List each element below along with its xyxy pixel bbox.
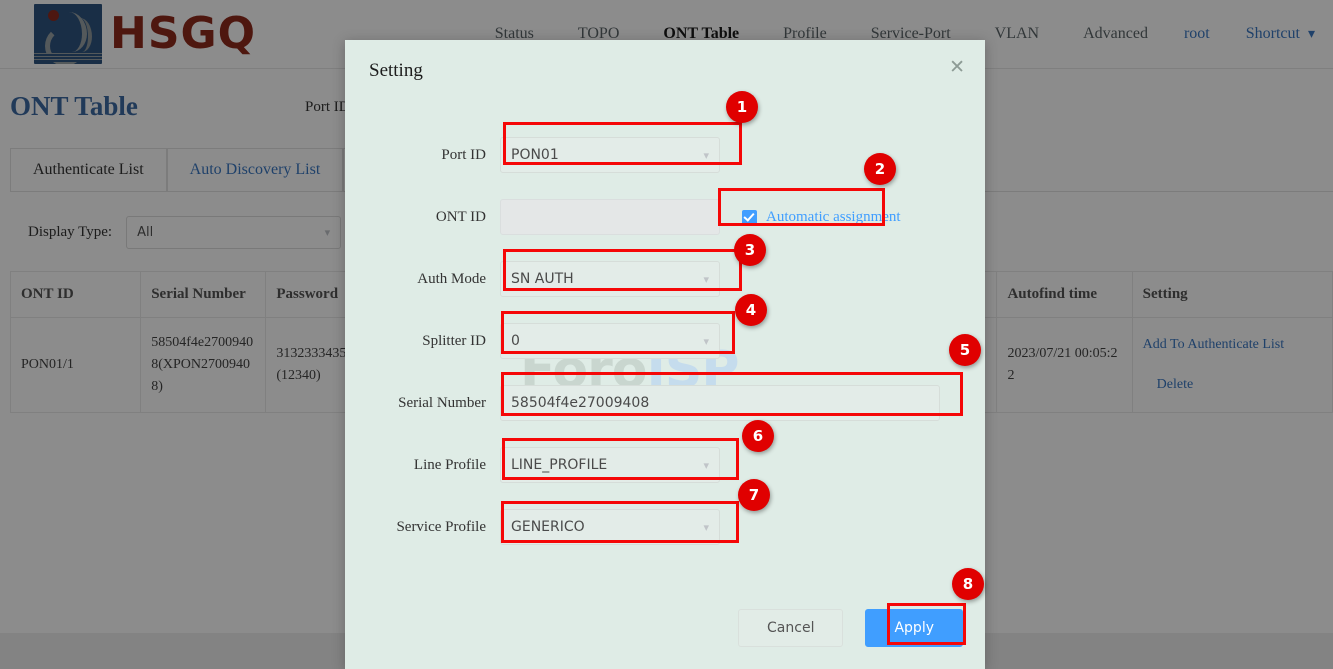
marker-4: 4 [735,294,767,326]
port-id-value: PON01 [511,147,559,163]
chevron-down-icon: ▾ [703,272,709,286]
form-row-auth-mode: Auth Mode SN AUTH ▾ [345,261,985,297]
splitter-id-select[interactable]: 0 ▾ [500,323,720,359]
label-serial-number: Serial Number [398,394,486,411]
label-service-profile: Service Profile [396,518,486,535]
splitter-id-value: 0 [511,333,520,349]
label-splitter-id: Splitter ID [422,332,486,349]
label-line-profile: Line Profile [413,456,486,473]
marker-1: 1 [726,91,758,123]
label-ont-id: ONT ID [435,208,486,225]
dialog-title: Setting [369,60,423,81]
line-profile-select[interactable]: LINE_PROFILE ▾ [500,447,720,483]
form-row-serial-number: Serial Number 58504f4e27009408 [345,385,985,421]
close-icon[interactable]: ✕ [949,58,965,77]
cancel-button[interactable]: Cancel [738,609,844,647]
setting-dialog: Setting ✕ ForoISP Port ID PON01 ▾ ONT ID… [345,40,985,669]
marker-6: 6 [742,420,774,452]
apply-button[interactable]: Apply [865,609,963,647]
form-row-line-profile: Line Profile LINE_PROFILE ▾ [345,447,985,483]
form-row-splitter-id: Splitter ID 0 ▾ [345,323,985,359]
marker-2: 2 [864,153,896,185]
chevron-down-icon: ▾ [703,458,709,472]
service-profile-select[interactable]: GENERICO ▾ [500,509,720,545]
form-row-ont-id: ONT ID Automatic assignment [345,199,985,235]
marker-3: 3 [734,234,766,266]
port-id-select[interactable]: PON01 ▾ [500,137,720,173]
line-profile-value: LINE_PROFILE [511,457,608,473]
ont-id-input[interactable] [500,199,720,235]
marker-5: 5 [949,334,981,366]
form-row-service-profile: Service Profile GENERICO ▾ [345,509,985,545]
marker-8: 8 [952,568,984,600]
label-port-id: Port ID [441,146,486,163]
marker-7: 7 [738,479,770,511]
chevron-down-icon: ▾ [703,148,709,162]
label-auth-mode: Auth Mode [417,270,486,287]
service-profile-value: GENERICO [511,519,585,535]
chevron-down-icon: ▾ [703,520,709,534]
automatic-assignment-checkbox[interactable]: Automatic assignment [742,209,901,226]
auth-mode-select[interactable]: SN AUTH ▾ [500,261,720,297]
auth-mode-value: SN AUTH [511,271,574,287]
serial-number-input[interactable]: 58504f4e27009408 [500,385,940,421]
automatic-assignment-label: Automatic assignment [766,208,901,225]
dialog-actions: Cancel Apply [738,609,963,647]
chevron-down-icon: ▾ [703,334,709,348]
checkbox-checked-icon [742,209,757,225]
serial-number-value: 58504f4e27009408 [511,395,650,411]
